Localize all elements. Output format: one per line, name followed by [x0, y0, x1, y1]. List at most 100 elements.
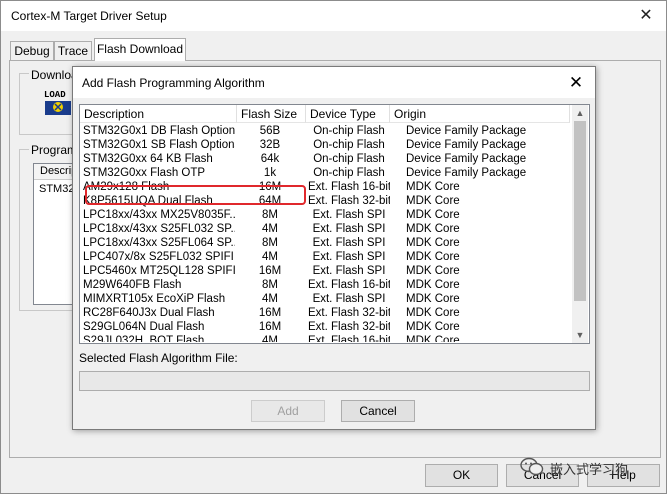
list-item[interactable]: S29JL032H_BOT Flash 4M Ext. Flash 16-bit MD… — [80, 334, 572, 342]
row-description: STM32G0x1 SB Flash Options — [83, 139, 235, 151]
row-origin: MDK Core — [406, 223, 460, 235]
row-flash-size: 64k — [260, 153, 280, 165]
algorithm-list[interactable]: Description Flash Size Device Type Origi… — [79, 104, 590, 344]
close-icon[interactable]: ✕ — [633, 5, 659, 27]
row-origin: Device Family Package — [406, 167, 527, 179]
row-device-type: On-chip Flash — [313, 139, 385, 151]
programming-list-header: Description — [34, 164, 95, 180]
list-item[interactable]: STM32G0xx 64 KB Flash 64k On-chip Flash Dev… — [80, 152, 572, 166]
row-description: MIMXRT105x EcoXiP Flash — [83, 293, 226, 305]
cancel-button[interactable]: Cancel — [341, 400, 415, 422]
add-flash-dialog: Add Flash Programming Algorithm ✕ Descri… — [72, 66, 596, 430]
list-item[interactable]: MIMXRT105x EcoXiP Flash 4M Ext. Flash SPI M… — [80, 292, 572, 306]
row-description: STM32G0x1 DB Flash Options — [83, 125, 235, 137]
row-flash-size: 32B — [259, 139, 281, 151]
list-item[interactable]: RC28F640J3x Dual Flash 16M Ext. Flash 32-b… — [80, 306, 572, 320]
row-device-type: Ext. Flash 32-bit — [308, 195, 390, 207]
tab-flash-download[interactable]: Flash Download — [94, 38, 186, 61]
row-device-type: Ext. Flash 16-bit — [308, 279, 390, 291]
tab-debug[interactable]: Debug — [10, 41, 54, 61]
row-device-type: Ext. Flash SPI — [312, 237, 386, 249]
outer-titlebar: Cortex-M Target Driver Setup ✕ — [1, 1, 666, 31]
column-header-flash-size[interactable]: Flash Size — [237, 105, 306, 123]
list-item[interactable]: LPC5460x MT25QL128 SPIFI 16M Ext. Flash SP… — [80, 264, 572, 278]
selected-file-label: Selected Flash Algorithm File: — [79, 351, 238, 365]
row-origin: MDK Core — [406, 195, 460, 207]
list-item[interactable]: STM32G0x1 SB Flash Options 32B On-chip Fla… — [80, 138, 572, 152]
row-flash-size: 8M — [262, 237, 278, 249]
row-flash-size: 56B — [259, 125, 281, 137]
row-origin: Device Family Package — [406, 153, 527, 165]
row-flash-size: 4M — [262, 223, 278, 235]
row-origin: MDK Core — [406, 209, 460, 221]
scroll-down-icon[interactable]: ▼ — [572, 327, 588, 343]
list-item[interactable]: LPC407x/8x S25FL032 SPIFI 4M Ext. Flash SP… — [80, 250, 572, 264]
row-device-type: Ext. Flash SPI — [312, 293, 386, 305]
row-origin: MDK Core — [406, 335, 460, 342]
load-icon-text: LOAD — [44, 90, 66, 100]
tab-trace[interactable]: Trace — [54, 41, 92, 61]
list-item[interactable]: LPC18xx/43xx S25FL064 SP... 8M Ext. Flash … — [80, 236, 572, 250]
column-header-device-type[interactable]: Device Type — [306, 105, 390, 123]
row-flash-size: 8M — [262, 209, 278, 221]
vertical-scrollbar[interactable]: ▲ ▼ — [572, 105, 588, 343]
list-item[interactable]: STM32G0xx Flash OTP 1k On-chip Flash Device… — [80, 166, 572, 180]
watermark-text: 嵌入式学习狗 — [550, 462, 629, 477]
row-description: LPC18xx/43xx S25FL064 SP... — [83, 237, 235, 249]
row-flash-size: 8M — [262, 279, 278, 291]
column-header-origin[interactable]: Origin — [390, 105, 570, 123]
row-origin: MDK Core — [406, 251, 460, 263]
row-origin: MDK Core — [406, 237, 460, 249]
scroll-up-icon[interactable]: ▲ — [572, 105, 588, 121]
dialog-title: Add Flash Programming Algorithm — [82, 76, 265, 90]
row-device-type: Ext. Flash SPI — [312, 265, 386, 277]
row-device-type: On-chip Flash — [313, 167, 385, 179]
row-description: LPC407x/8x S25FL032 SPIFI — [83, 251, 234, 263]
dialog-close-icon[interactable]: ✕ — [563, 72, 589, 94]
row-description: STM32G0xx 64 KB Flash — [83, 153, 213, 165]
window-title: Cortex-M Target Driver Setup — [11, 9, 167, 23]
row-description: LPC18xx/43xx S25FL032 SP... — [83, 223, 235, 235]
row-origin: MDK Core — [406, 307, 460, 319]
selected-file-field — [79, 371, 590, 391]
row-device-type: Ext. Flash SPI — [312, 223, 386, 235]
row-flash-size: 4M — [262, 335, 278, 342]
row-origin: MDK Core — [406, 293, 460, 305]
add-button[interactable]: Add — [251, 400, 325, 422]
scroll-thumb[interactable] — [574, 121, 586, 301]
watermark: 嵌入式学习狗 — [520, 455, 660, 485]
list-item[interactable]: M29W640FB Flash 8M Ext. Flash 16-bit MDK Co… — [80, 278, 572, 292]
row-description: S29JL032H_BOT Flash — [83, 335, 205, 342]
row-description: RC28F640J3x Dual Flash — [83, 307, 215, 319]
row-flash-size: 4M — [262, 251, 278, 263]
row-device-type: Ext. Flash 16-bit — [308, 335, 390, 342]
row-device-type: Ext. Flash SPI — [312, 209, 386, 221]
row-description: LPC5460x MT25QL128 SPIFI — [83, 265, 235, 277]
row-device-type: Ext. Flash SPI — [312, 251, 386, 263]
row-description: S29GL064N Dual Flash — [83, 321, 205, 333]
list-item[interactable]: LPC18xx/43xx S25FL032 SP... 4M Ext. Flash … — [80, 222, 572, 236]
row-origin: Device Family Package — [406, 125, 527, 137]
row-device-type: Ext. Flash 32-bit — [308, 321, 390, 333]
list-item[interactable]: STM32G0x1 DB Flash Options 56B On-chip Fla… — [80, 124, 572, 138]
ok-button[interactable]: OK — [425, 464, 498, 487]
row-device-type: Ext. Flash 16-bit — [308, 181, 390, 193]
row-flash-size: 16M — [258, 321, 282, 333]
load-icon: LOAD — [43, 87, 73, 115]
row-origin: Device Family Package — [406, 139, 527, 151]
programming-list-row[interactable]: STM32 — [39, 183, 74, 195]
column-header-description[interactable]: Description — [80, 105, 237, 123]
row-flash-size: 16M — [258, 307, 282, 319]
row-description: LPC18xx/43xx MX25V8035F... — [83, 209, 235, 221]
row-flash-size: 16M — [258, 265, 282, 277]
row-description: STM32G0xx Flash OTP — [83, 167, 206, 179]
list-item[interactable]: LPC18xx/43xx MX25V8035F... 8M Ext. Flash S… — [80, 208, 572, 222]
list-item[interactable]: S29GL064N Dual Flash 16M Ext. Flash 32-bit… — [80, 320, 572, 334]
row-origin: MDK Core — [406, 279, 460, 291]
row-device-type: Ext. Flash 32-bit — [308, 307, 390, 319]
row-description: M29W640FB Flash — [83, 279, 182, 291]
dialog-titlebar: Add Flash Programming Algorithm ✕ — [73, 67, 595, 98]
row-origin: MDK Core — [406, 321, 460, 333]
row-origin: MDK Core — [406, 181, 460, 193]
row-device-type: On-chip Flash — [313, 125, 385, 137]
